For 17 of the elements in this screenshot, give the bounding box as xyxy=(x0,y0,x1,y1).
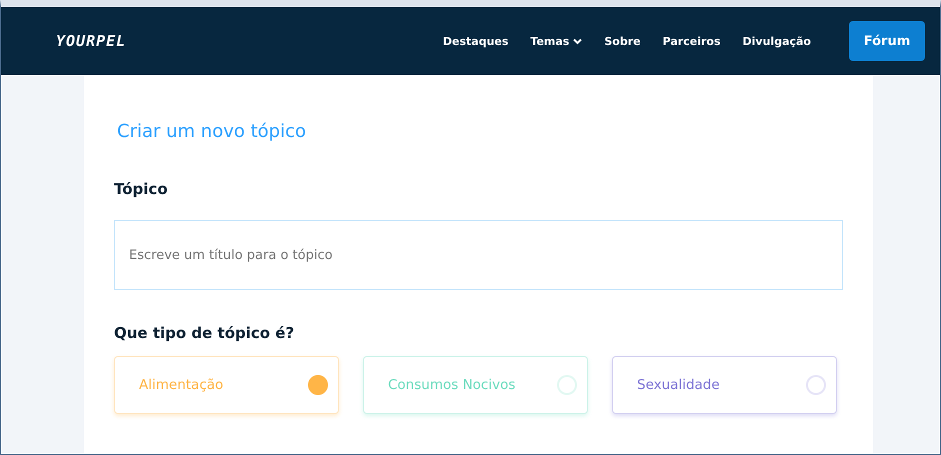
nav-link[interactable]: Divulgação xyxy=(742,34,811,48)
option-label: Alimentação xyxy=(139,377,224,393)
nav-link[interactable]: Parceiros xyxy=(662,34,721,48)
radio-button[interactable] xyxy=(308,375,328,395)
logo[interactable]: YOURPEL xyxy=(56,32,126,50)
field-label: Que tipo de tópico é? xyxy=(114,324,296,342)
field-label: Tópico xyxy=(114,180,169,198)
nav-link[interactable]: Destaques xyxy=(442,34,508,48)
topic-input-field[interactable]: Escreve um título para o tópico xyxy=(114,220,843,290)
option-label: Consumos Nocivos xyxy=(388,377,516,393)
nav-link[interactable]: Temas xyxy=(530,34,582,48)
forum-button[interactable]: Fórum xyxy=(849,21,925,61)
option-label: Sexualidade xyxy=(637,377,720,393)
chevron-down-icon xyxy=(573,38,582,44)
topic-type-option[interactable]: Sexualidade xyxy=(612,356,837,414)
nav-link[interactable]: Sobre xyxy=(604,34,641,48)
form-title: Criar um novo tópico xyxy=(117,121,307,142)
